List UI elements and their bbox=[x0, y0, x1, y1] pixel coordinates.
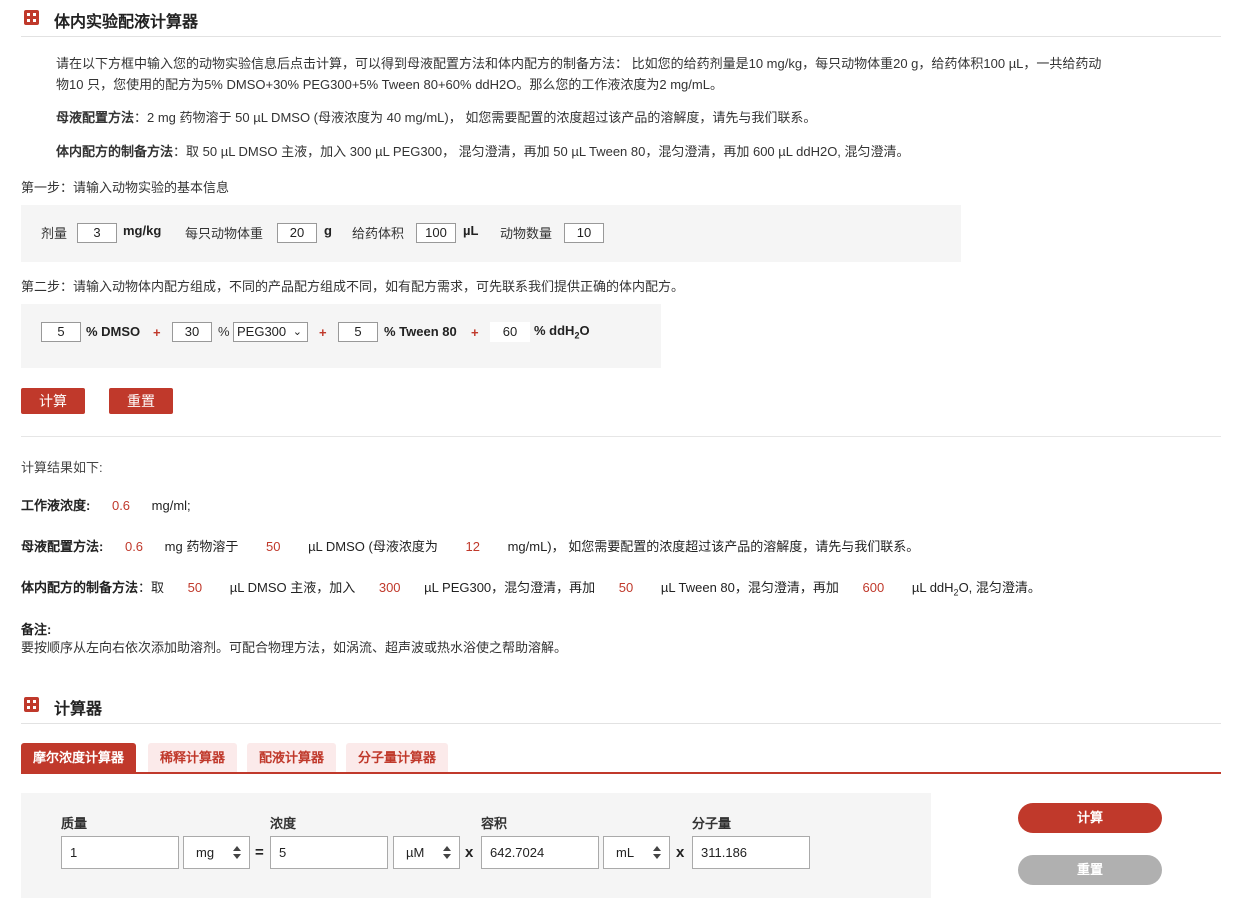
working-concentration-value: 0.6 bbox=[111, 498, 131, 513]
equals-sign: = bbox=[255, 844, 264, 861]
concentration-input[interactable]: 5 bbox=[270, 836, 388, 869]
intro-paragraph: 请在以下方框中输入您的动物实验信息后点击计算，可以得到母液配置方法和体内配方的制… bbox=[56, 56, 1102, 92]
stock-method-result: 母液配置方法: 0.6 mg 药物溶于 50 µL DMSO (母液浓度为 12… bbox=[21, 539, 920, 554]
note-text: 要按顺序从左向右依次添加助溶剂。可配合物理方法，如涡流、超声波或热水浴使之帮助溶… bbox=[21, 640, 568, 655]
times-sign: x bbox=[465, 844, 474, 861]
count-label: 动物数量 bbox=[500, 226, 553, 241]
step2-panel: 5 % DMSO + 30 % PEG300 ⌄ + 5 % Tween 80 +… bbox=[21, 304, 661, 368]
count-input[interactable]: 10 bbox=[564, 223, 604, 243]
dose-unit: mg/kg bbox=[123, 223, 162, 238]
dmso-input[interactable]: 5 bbox=[41, 322, 81, 342]
calculator-title: 计算器 bbox=[54, 701, 103, 718]
step2-title: 第二步：请输入动物体内配方组成，不同的产品配方组成不同，如有配方需求，可先联系我… bbox=[21, 279, 685, 294]
weight-unit: g bbox=[324, 223, 332, 238]
stock-method-example: 母液配置方法：2 mg 药物溶于 50 µL DMSO (母液浓度为 40 mg… bbox=[56, 110, 817, 125]
molarity-reset-button[interactable]: 重置 bbox=[1018, 855, 1162, 885]
volume-label: 给药体积 bbox=[352, 226, 405, 241]
molarity-calculate-button[interactable]: 计算 bbox=[1018, 803, 1162, 833]
step1-title: 第一步：请输入动物实验的基本信息 bbox=[21, 180, 230, 195]
volume-unit: µL bbox=[463, 223, 479, 238]
select-arrows-icon bbox=[233, 846, 241, 860]
tab-molarity[interactable]: 摩尔浓度计算器 bbox=[21, 743, 137, 772]
tween-input[interactable]: 5 bbox=[338, 322, 378, 342]
peg-pct: % bbox=[218, 324, 230, 339]
concentration-label: 浓度 bbox=[270, 816, 297, 831]
dmso-label: % DMSO bbox=[86, 324, 141, 339]
molecular-weight-input[interactable]: 311.186 bbox=[692, 836, 810, 869]
tween-label: % Tween 80 bbox=[384, 324, 457, 339]
plus-sign: + bbox=[471, 325, 479, 340]
volume-label: 容积 bbox=[481, 816, 508, 831]
molecular-weight-label: 分子量 bbox=[692, 816, 732, 831]
divider bbox=[21, 436, 1221, 437]
dose-label: 剂量 bbox=[41, 226, 68, 241]
formulation-method-result: 体内配方的制备方法：取 50 µL DMSO 主液，加入 300 µL PEG3… bbox=[21, 580, 1041, 598]
reset-button[interactable]: 重置 bbox=[109, 388, 173, 414]
working-concentration-result: 工作液浓度: 0.6 mg/ml; bbox=[21, 498, 191, 513]
plus-sign: + bbox=[319, 325, 327, 340]
select-arrows-icon bbox=[443, 846, 451, 860]
calculate-button[interactable]: 计算 bbox=[21, 388, 85, 414]
volume-unit-select[interactable]: mL bbox=[603, 836, 670, 869]
calculator-header: 计算器 bbox=[21, 687, 1221, 724]
tab-solution[interactable]: 配液计算器 bbox=[247, 743, 337, 772]
weight-input[interactable]: 20 bbox=[277, 223, 317, 243]
step1-panel: 剂量 3 mg/kg 每只动物体重 20 g 给药体积 100 µL 动物数量 … bbox=[21, 205, 961, 262]
mass-unit-select[interactable]: mg bbox=[183, 836, 250, 869]
formulation-method-example: 体内配方的制备方法：取 50 µL DMSO 主液，加入 300 µL PEG3… bbox=[56, 144, 910, 159]
molarity-calculator-panel: 质量 浓度 容积 分子量 1 mg = 5 µM x 642.7024 mL x… bbox=[21, 793, 931, 898]
page-title: 体内实验配液计算器 bbox=[54, 14, 199, 31]
tab-dilution[interactable]: 稀释计算器 bbox=[148, 743, 238, 772]
times-sign: x bbox=[676, 844, 685, 861]
concentration-unit-select[interactable]: µM bbox=[393, 836, 460, 869]
calculator-tabs: 摩尔浓度计算器 稀释计算器 配液计算器 分子量计算器 bbox=[21, 743, 1221, 774]
results-heading: 计算结果如下: bbox=[21, 460, 103, 475]
calculator-icon bbox=[24, 697, 39, 712]
peg-input[interactable]: 30 bbox=[172, 322, 212, 342]
volume-input[interactable]: 642.7024 bbox=[481, 836, 599, 869]
chevron-down-icon: ⌄ bbox=[292, 326, 302, 338]
volume-input[interactable]: 100 bbox=[416, 223, 456, 243]
note-label: 备注: bbox=[21, 622, 52, 637]
water-label: % ddH2O bbox=[534, 323, 590, 341]
select-arrows-icon bbox=[653, 846, 661, 860]
weight-label: 每只动物体重 bbox=[185, 226, 264, 241]
tab-molecular-weight[interactable]: 分子量计算器 bbox=[346, 743, 449, 772]
water-value: 60 bbox=[490, 322, 530, 342]
mass-input[interactable]: 1 bbox=[61, 836, 179, 869]
plus-sign: + bbox=[153, 325, 161, 340]
calculator-icon bbox=[24, 10, 39, 25]
mass-label: 质量 bbox=[61, 816, 88, 831]
peg-select[interactable]: PEG300 ⌄ bbox=[233, 322, 308, 342]
formulation-calculator-header: 体内实验配液计算器 bbox=[21, 0, 1221, 37]
dose-input[interactable]: 3 bbox=[77, 223, 117, 243]
